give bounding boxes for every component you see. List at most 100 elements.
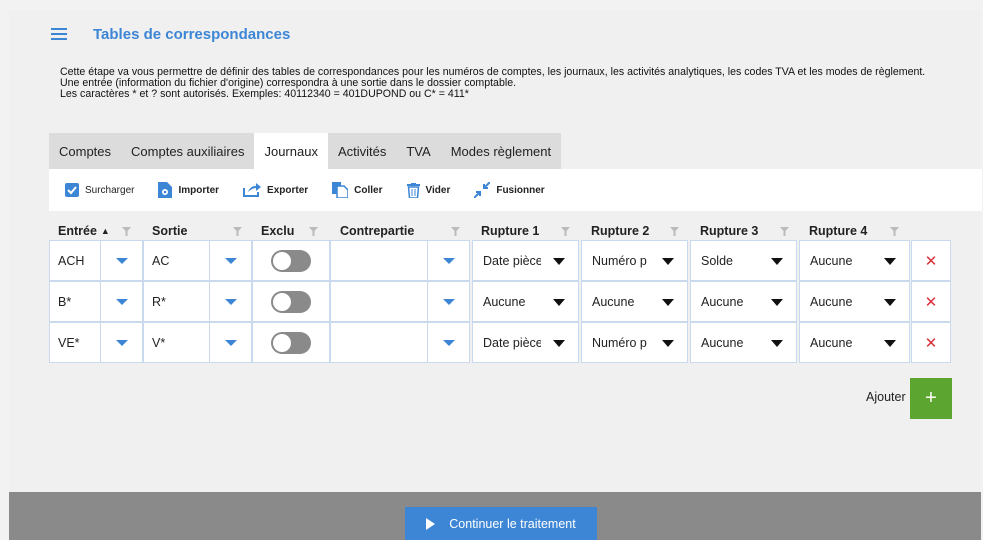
filter-icon[interactable] [561,227,570,236]
importer-button[interactable]: Importer [158,182,219,198]
table-row: ACH AC Date pièce Numéro p Solde Aucune … [49,240,961,281]
contrepartie-dropdown-icon[interactable] [427,322,470,363]
entree-input[interactable]: ACH [49,240,101,281]
contrepartie-dropdown-icon[interactable] [427,240,470,281]
rupture1-select[interactable]: Date pièce [472,322,579,363]
coller-label: Coller [354,184,383,196]
chevron-down-icon [553,340,565,347]
exclu-toggle[interactable] [252,322,330,363]
plus-icon: + [925,387,937,409]
play-icon [426,517,436,530]
delete-row-icon[interactable]: ✕ [911,240,951,281]
entree-dropdown-icon[interactable] [100,281,143,322]
sortie-dropdown-icon[interactable] [209,240,252,281]
rupture1-select[interactable]: Aucune [472,281,579,322]
export-icon [243,183,262,197]
vider-button[interactable]: Vider [406,182,450,198]
importer-label: Importer [178,184,220,196]
trash-icon [406,182,420,198]
contrepartie-input[interactable] [330,240,428,281]
rupture4-value: Aucune [810,253,853,268]
continue-button[interactable]: Continuer le traitement [405,507,597,540]
surcharger-button[interactable]: Surcharger [65,183,134,197]
sortie-input[interactable]: V* [143,322,210,363]
rupture1-select[interactable]: Date pièce [472,240,579,281]
filter-icon[interactable] [670,227,679,236]
chevron-down-icon [771,299,783,306]
tab-tva[interactable]: TVA [396,133,440,169]
col-rupture4-label: Rupture 4 [809,224,868,238]
rupture1-value: Date pièce [483,335,541,350]
contrepartie-input[interactable] [330,281,428,322]
rupture2-select[interactable]: Numéro p [581,240,688,281]
entree-dropdown-icon[interactable] [100,322,143,363]
rupture3-select[interactable]: Solde [690,240,797,281]
chevron-down-icon [884,299,896,306]
tab-bar: Comptes Comptes auxiliaires Journaux Act… [49,133,562,169]
delete-row-icon[interactable]: ✕ [911,281,951,322]
filter-icon[interactable] [122,227,131,236]
filter-icon[interactable] [233,227,242,236]
rupture3-select[interactable]: Aucune [690,281,797,322]
merge-icon [474,182,491,198]
filter-icon[interactable] [309,227,318,236]
entree-dropdown-icon[interactable] [100,240,143,281]
rupture4-value: Aucune [810,335,853,350]
exporter-button[interactable]: Exporter [243,183,308,197]
col-rupture1-label: Rupture 1 [481,224,540,238]
rupture2-value: Numéro p [592,253,647,268]
entree-input[interactable]: B* [49,281,101,322]
col-rupture2-label: Rupture 2 [591,224,650,238]
import-icon [158,182,173,198]
fusionner-button[interactable]: Fusionner [474,182,545,198]
sortie-input[interactable]: R* [143,281,210,322]
chevron-down-icon [553,258,565,265]
col-exclu-label: Exclu [261,224,295,238]
rupture4-value: Aucune [810,294,853,309]
rupture3-value: Solde [701,253,733,268]
coller-button[interactable]: Coller [332,182,383,198]
table-row: B* R* Aucune Aucune Aucune Aucune ✕ [49,281,961,322]
sortie-input[interactable]: AC [143,240,210,281]
checkbox-checked-icon [65,183,79,197]
exclu-toggle[interactable] [252,240,330,281]
hamburger-menu-icon[interactable] [51,28,67,40]
tab-journaux[interactable]: Journaux [254,133,328,169]
description-line-3: Les caractères * et ? sont autorisés. Ex… [60,88,469,100]
tab-activites[interactable]: Activités [328,133,396,169]
col-rupture3-label: Rupture 3 [700,224,759,238]
toolbar: Surcharger Importer Exporter Coller Vide… [49,169,982,211]
tab-comptes-auxiliaires[interactable]: Comptes auxiliaires [121,133,254,169]
filter-icon[interactable] [780,227,789,236]
exclu-toggle[interactable] [252,281,330,322]
filter-icon[interactable] [890,227,899,236]
rupture3-select[interactable]: Aucune [690,322,797,363]
paste-icon [332,182,349,198]
rupture4-select[interactable]: Aucune [799,240,910,281]
exporter-label: Exporter [267,184,309,196]
delete-row-icon[interactable]: ✕ [911,322,951,363]
rupture4-select[interactable]: Aucune [799,322,910,363]
tab-comptes[interactable]: Comptes [49,133,121,169]
entree-input[interactable]: VE* [49,322,101,363]
rupture2-value: Aucune [592,294,635,309]
sort-asc-icon[interactable]: ▲ [101,226,110,236]
rupture2-select[interactable]: Numéro p [581,322,688,363]
rupture4-select[interactable]: Aucune [799,281,910,322]
sortie-dropdown-icon[interactable] [209,322,252,363]
tab-modes-reglement[interactable]: Modes règlement [441,133,561,169]
chevron-down-icon [771,258,783,265]
page-title: Tables de correspondances [93,26,291,43]
col-sortie-label: Sortie [152,224,188,238]
add-row-button[interactable]: + [910,378,952,419]
filter-icon[interactable] [451,227,460,236]
chevron-down-icon [662,340,674,347]
rupture3-value: Aucune [701,294,744,309]
sortie-dropdown-icon[interactable] [209,281,252,322]
contrepartie-dropdown-icon[interactable] [427,281,470,322]
chevron-down-icon [884,258,896,265]
contrepartie-input[interactable] [330,322,428,363]
rupture2-select[interactable]: Aucune [581,281,688,322]
rupture1-value: Date pièce [483,253,541,268]
chevron-down-icon [553,299,565,306]
